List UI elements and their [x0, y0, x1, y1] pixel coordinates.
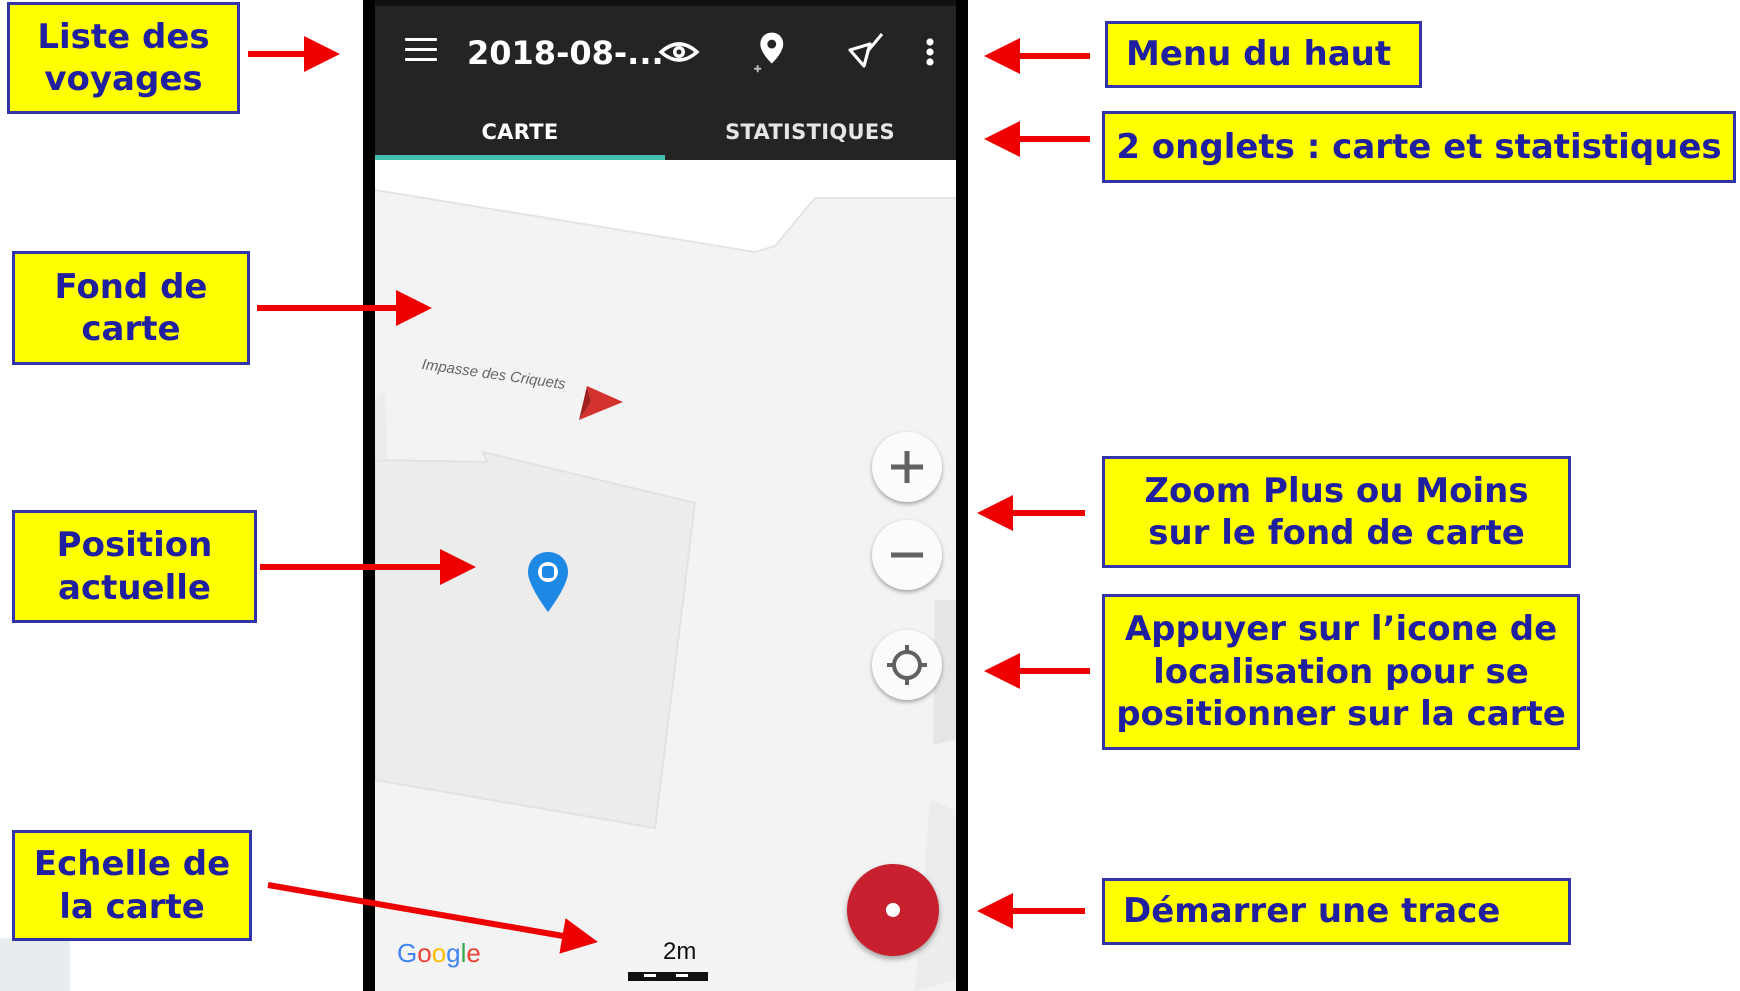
- arrow-echelle: [267, 882, 598, 954]
- annotation-arrows: [248, 36, 1090, 954]
